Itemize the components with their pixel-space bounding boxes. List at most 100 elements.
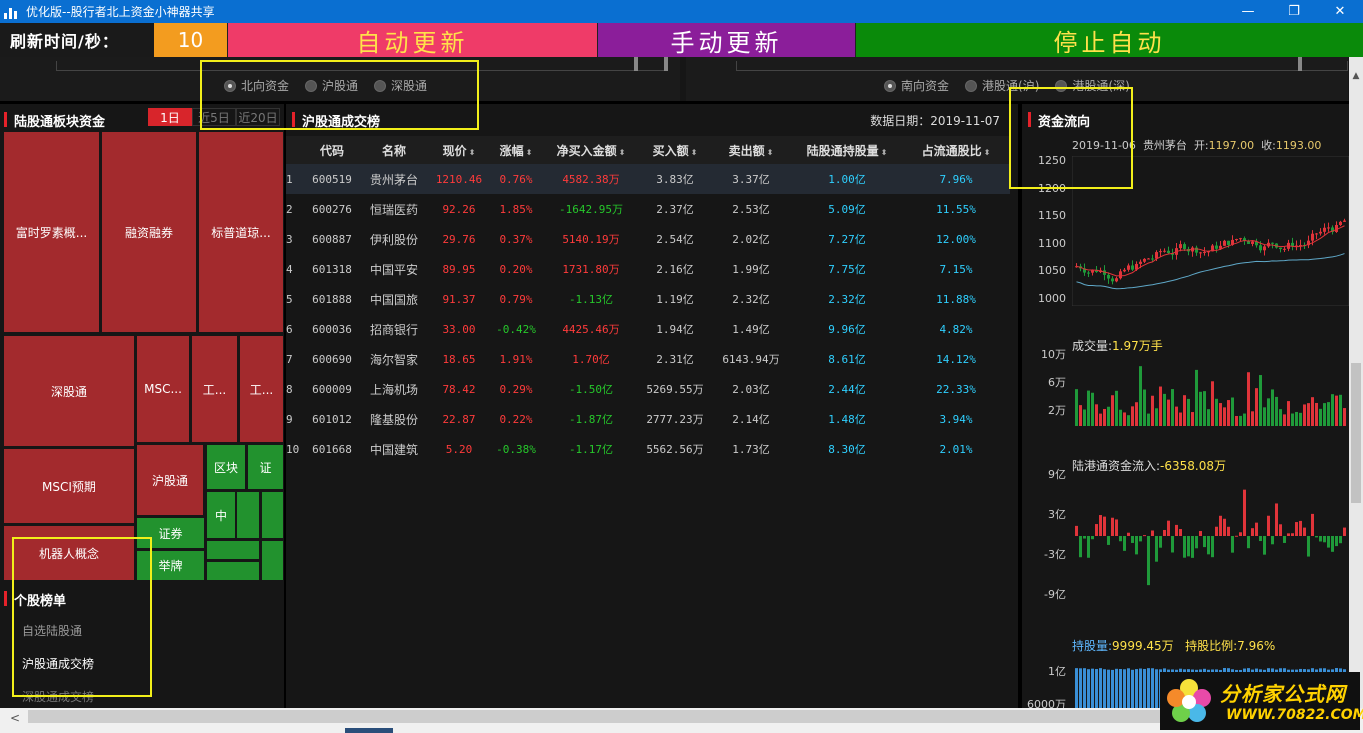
table-row[interactable]: 8 600009 上海机场 78.42 0.29% -1.50亿 5269.55万 2.03亿… [286,374,1010,404]
table-row[interactable]: 2 600276 恒瑞医药 92.26 1.85% -1642.95万 2.37亿 2.53亿… [286,194,1010,224]
sort-icon[interactable]: ⬍ [691,148,698,157]
sector-tile[interactable]: 证 [248,445,283,489]
scrollbar-thumb[interactable] [28,710,1168,723]
list-item-sz-turnover[interactable]: 深股通成交榜 [22,688,94,705]
inflow-chart[interactable] [1072,476,1349,616]
radio-hk-connect-sz[interactable]: 港股通(深) [1055,77,1130,94]
sort-icon[interactable]: ⬍ [619,148,626,157]
refresh-interval-input[interactable]: 10 [154,23,227,57]
sort-icon[interactable]: ⬍ [526,148,533,157]
radio-dot[interactable] [884,79,896,92]
radio-south-funds[interactable]: 南向资金 [884,77,949,94]
tab-5day[interactable]: 近5日 [192,108,236,126]
close-value: 1193.00 [1275,139,1322,152]
stop-auto-button[interactable]: 停止自动 [855,23,1363,57]
radio-dot[interactable] [374,79,387,92]
slider-handle[interactable] [664,57,668,71]
table-row[interactable]: 5 601888 中国国旅 91.37 0.79% -1.13亿 1.19亿 2.32亿 2.3… [286,284,1010,314]
radio-north-funds[interactable]: 北向资金 [224,77,289,94]
sector-tile[interactable]: 深股通 [4,336,134,446]
column-header[interactable]: 买入额 ⬍ [640,136,710,164]
column-header[interactable]: 卖出额 ⬍ [710,136,792,164]
inflow-bar [1339,536,1342,544]
column-header[interactable]: 代码 [304,136,360,164]
tab-1day[interactable]: 1日 [148,108,192,126]
vertical-scrollbar[interactable]: ▲ [1349,57,1363,708]
sector-tile[interactable] [237,492,259,538]
candle [1119,268,1122,280]
sort-icon[interactable]: ⬍ [984,148,991,157]
auto-update-button[interactable]: 自动更新 [227,23,597,57]
column-header[interactable]: 名称 [360,136,428,164]
column-header[interactable]: 陆股通持股量 ⬍ [792,136,902,164]
candle [1163,248,1166,253]
sort-icon[interactable]: ⬍ [469,148,476,157]
slider-handle[interactable] [1298,57,1302,71]
slider-handle[interactable] [634,57,638,71]
volume-bar [1183,395,1186,426]
table-cell: 8.30亿 [828,443,866,456]
manual-update-button[interactable]: 手动更新 [597,23,855,57]
sector-tile[interactable]: 区块 [207,445,245,489]
sector-tile[interactable]: 融资融券 [102,132,196,332]
column-header[interactable]: 占流通股比 ⬍ [902,136,1010,164]
sort-icon[interactable]: ⬍ [767,148,774,157]
list-item-watchlist[interactable]: 自选陆股通 [22,622,82,639]
volume-bar [1227,400,1230,426]
table-row[interactable]: 6 600036 招商银行 33.00 -0.42% 4425.46万 1.94亿 1.49亿… [286,314,1010,344]
scrollbar-thumb[interactable] [1351,363,1361,503]
column-header[interactable]: 涨幅 ⬍ [490,136,542,164]
sector-tile[interactable] [262,541,283,580]
kline-chart[interactable] [1072,156,1349,306]
radio-dot[interactable] [224,79,236,92]
volume-chart[interactable] [1072,354,1349,426]
table-row[interactable]: 7 600690 海尔智家 18.65 1.91% 1.70亿 2.31亿 6143.94万 8… [286,344,1010,374]
radio-shanghai-connect[interactable]: 沪股通 [305,77,358,94]
sector-tile[interactable] [207,541,259,559]
scroll-left-icon[interactable]: < [10,711,20,725]
sector-tile[interactable]: 标普道琼... [199,132,283,332]
radio-dot[interactable] [965,79,978,92]
list-item-sh-turnover[interactable]: 沪股通成交榜 [22,655,94,672]
table-cell: 7.96% [902,164,1010,194]
table-cell: 1.48亿 [828,413,866,426]
radio-dot[interactable] [1055,79,1068,92]
table-row[interactable]: 3 600887 伊利股份 29.76 0.37% 5140.19万 2.54亿 2.02亿 7… [286,224,1010,254]
table-row[interactable]: 4 601318 中国平安 89.95 0.20% 1731.80万 2.16亿 1.99亿 7… [286,254,1010,284]
table-cell: 11.55% [936,202,976,216]
timeline-slider[interactable] [56,61,668,71]
close-button[interactable]: ✕ [1317,0,1363,23]
tab-20day[interactable]: 近20日 [236,108,280,126]
inflow-bar [1251,528,1254,536]
minimize-button[interactable]: — [1225,0,1271,23]
sector-tile[interactable]: 举牌 [137,551,204,580]
scroll-up-icon[interactable]: ▲ [1349,71,1363,81]
sector-tile[interactable]: 沪股通 [137,445,203,515]
timeline-slider[interactable] [736,61,1348,71]
sector-tile[interactable]: 富时罗素概... [4,132,99,332]
table-row[interactable]: 9 601012 隆基股份 22.87 0.22% -1.87亿 2777.23万 2.14亿… [286,404,1010,434]
sector-tile[interactable]: MSC... [137,336,189,442]
maximize-button[interactable]: ❐ [1271,0,1317,23]
axis-tick-label: -3亿 [1044,548,1066,561]
sector-tile[interactable]: 工... [192,336,237,442]
radio-hk-connect-sh[interactable]: 港股通(沪) [965,77,1039,94]
radio-shenzhen-connect[interactable]: 深股通 [374,77,427,94]
sector-tile[interactable]: 证券 [137,518,204,548]
sector-tile[interactable]: MSCI预期 [4,449,134,523]
sector-tile[interactable] [262,492,283,538]
table-row[interactable]: 1 600519 贵州茅台 1210.46 0.76% 4582.38万 3.83亿 3.37… [286,164,1010,194]
sector-tile[interactable]: 机器人概念 [4,526,134,580]
horizontal-scrollbar[interactable]: < [0,708,1363,733]
sector-tile[interactable]: 中 [207,492,235,538]
sector-tile[interactable]: 工... [240,336,283,442]
inflow-bar [1111,517,1114,536]
column-header[interactable]: 净买入金额 ⬍ [542,136,640,164]
sort-icon[interactable]: ⬍ [881,148,888,157]
inflow-bar [1335,536,1338,547]
sector-tile[interactable] [207,562,259,580]
table-row[interactable]: 10 601668 中国建筑 5.20 -0.38% -1.17亿 5562.56万 1.73… [286,434,1010,464]
radio-dot[interactable] [305,79,318,92]
column-header[interactable]: 现价 ⬍ [428,136,490,164]
candle [1075,263,1078,268]
